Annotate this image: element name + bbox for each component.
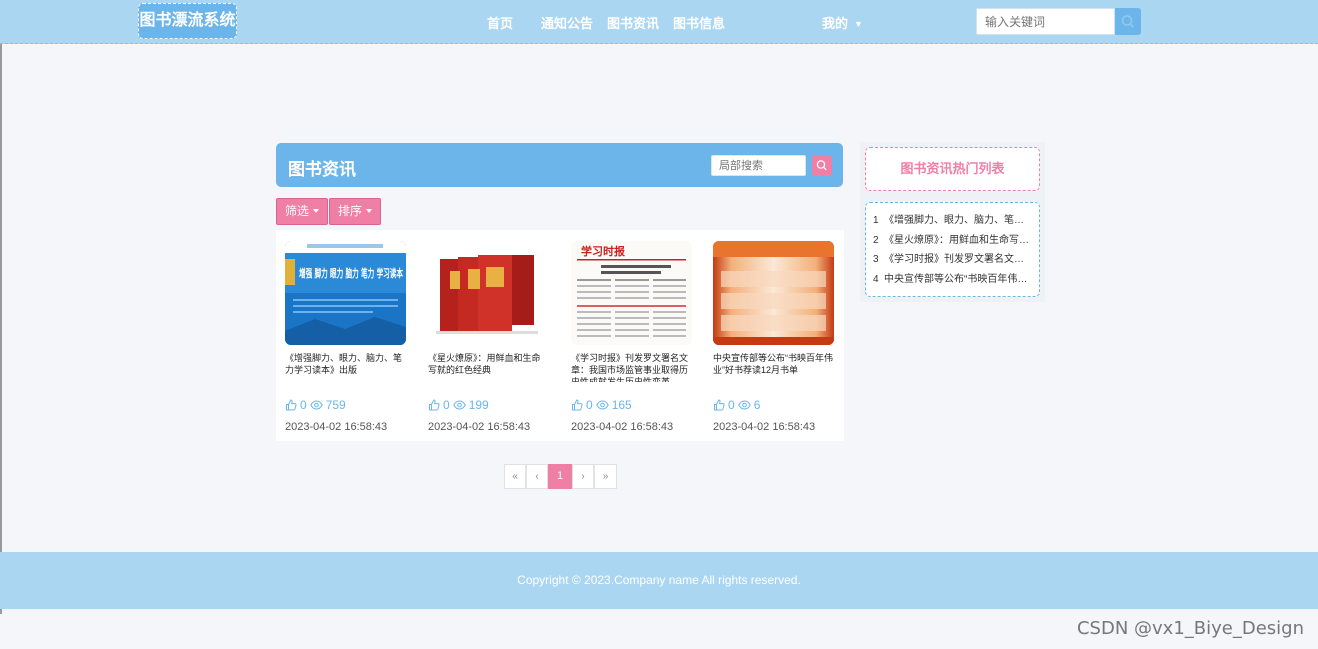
window-edge [0,44,2,614]
news-card-image [428,241,549,345]
caret-down-icon [366,209,373,213]
news-card[interactable]: 中央宣传部等公布“书映百年伟业”好书荐读12月书单 0 6 2023-04-02… [713,241,834,433]
news-card-stats: 0 759 [285,398,406,412]
pagination-last[interactable]: » [594,464,617,489]
hot-item-number: 1 [873,215,879,226]
news-card-stats: 0 6 [713,398,834,412]
nav-user-menu[interactable]: 我的 ▼ [822,13,863,32]
likes-count: 0 [728,398,735,412]
top-navbar: 图书漂流系统 首页 通知公告 图书资讯 图书信息 我的 ▼ [0,0,1318,44]
news-card-date: 2023-04-02 16:58:43 [713,421,816,433]
news-panel-header: 图书资讯 [276,143,843,187]
nav-book-info[interactable]: 图书信息 [673,13,725,32]
news-card-stats: 0 199 [428,398,549,412]
watermark-text: CSDN @vx1_Biye_Design [1076,618,1304,639]
nav-book-news[interactable]: 图书资讯 [607,13,659,32]
hot-list-item[interactable]: 1 《增强脚力、眼力、脑力、笔力学习读本》出版 [873,211,1033,231]
pagination-prev[interactable]: ‹ [526,464,548,489]
search-icon [816,160,827,171]
news-card-title[interactable]: 《学习时报》刊发罗文署名文章：我国市场监管事业取得历史性成就发生历史性变革 [571,352,692,382]
hot-item-number: 2 [873,234,879,246]
hot-item-number: 3 [873,254,879,265]
newspaper-masthead: 学习时报 [581,244,626,258]
news-card[interactable]: 增强 脚力 眼力 脑力 笔力 学习读本 《增强脚力、眼力、脑力、笔力学习读本》出… [285,241,406,433]
views-count: 165 [611,398,632,412]
likes-count: 0 [443,398,450,412]
sort-label: 排序 [338,204,363,218]
news-card[interactable]: 《星火燎原》：用鲜血和生命写就的红色经典 0 199 2023-04-02 16… [428,241,549,433]
news-card-date: 2023-04-02 16:58:43 [285,421,388,433]
hot-item-text: 中央宣传部等公布“书映百年伟业”好书荐读12月书单 [884,273,1033,285]
news-card-image: 增强 脚力 眼力 脑力 笔力 学习读本 [285,241,406,345]
pagination-first[interactable]: « [504,464,526,489]
hot-item-text: 《增强脚力、眼力、脑力、笔力学习读本》出版 [884,215,1033,226]
hot-list-item[interactable]: 3 《学习时报》刊发罗文署名文章：我国市场监管事业取得历史性成就 [873,250,1033,270]
eye-icon [737,400,751,410]
local-search-button[interactable] [812,155,832,176]
cover-text: 增强 脚力 眼力 脑力 笔力 学习读本 [299,266,403,280]
eye-icon [452,400,466,410]
copyright-text: Copyright © 2023.Company name All rights… [517,573,801,587]
nav-notices[interactable]: 通知公告 [541,13,593,32]
thumbs-up-icon [429,399,440,411]
global-search-button[interactable] [1115,8,1141,35]
caret-down-icon [313,209,320,213]
pagination-current-page[interactable]: 1 [548,464,572,489]
views-count: 6 [753,398,761,412]
page-footer: Copyright © 2023.Company name All rights… [0,552,1318,609]
eye-icon [595,400,609,410]
hot-item-number: 4 [873,273,879,285]
local-search-input[interactable] [711,155,806,176]
global-search-input[interactable] [976,8,1115,35]
pagination-next[interactable]: › [572,464,594,489]
thumbs-up-icon [572,399,583,411]
eye-icon [309,400,323,410]
filter-label: 筛选 [285,204,310,218]
sort-button[interactable]: 排序 [329,198,382,225]
user-menu-label: 我的 [822,16,849,31]
nav-home[interactable]: 首页 [487,13,513,32]
news-card-image: 学习时报 [571,241,692,345]
news-card-grid: 增强 脚力 眼力 脑力 笔力 学习读本 《增强脚力、眼力、脑力、笔力学习读本》出… [276,230,844,441]
views-count: 199 [468,398,489,412]
news-card-image [713,241,834,345]
hot-list-item[interactable]: 4 中央宣传部等公布“书映百年伟业”好书荐读12月书单 [873,270,1033,290]
site-logo[interactable]: 图书漂流系统 [138,3,237,39]
thumbs-up-icon [714,399,725,411]
news-card-stats: 0 165 [571,398,692,412]
likes-count: 0 [300,398,307,412]
thumbs-up-icon [286,399,297,411]
views-count: 759 [325,398,346,412]
news-card-date: 2023-04-02 16:58:43 [428,421,531,433]
hot-item-text: 《星火燎原》：用鲜血和生命写就的红色经典 [884,234,1033,246]
news-card[interactable]: 学习时报 《学习时报》刊发罗文署名文章：我国市场监管事业取得历史性成就发生历史性… [571,241,692,433]
search-icon [1121,15,1135,28]
filter-button[interactable]: 筛选 [276,198,329,225]
news-card-title[interactable]: 《星火燎原》：用鲜血和生命写就的红色经典 [428,352,549,382]
news-card-date: 2023-04-02 16:58:43 [571,421,674,433]
hot-list: 1 《增强脚力、眼力、脑力、笔力学习读本》出版 2 《星火燎原》：用鲜血和生命写就的… [865,202,1040,297]
hot-list-item[interactable]: 2 《星火燎原》：用鲜血和生命写就的红色经典 [873,231,1033,251]
news-card-title[interactable]: 中央宣传部等公布“书映百年伟业”好书荐读12月书单 [713,352,834,382]
news-panel-title: 图书资讯 [288,160,356,179]
hot-item-text: 《学习时报》刊发罗文署名文章：我国市场监管事业取得历史性成就 [884,254,1033,265]
chevron-down-icon: ▼ [854,19,863,29]
hot-list-title: 图书资讯热门列表 [865,147,1040,191]
news-card-title[interactable]: 《增强脚力、眼力、脑力、笔力学习读本》出版 [285,352,406,382]
likes-count: 0 [586,398,593,412]
